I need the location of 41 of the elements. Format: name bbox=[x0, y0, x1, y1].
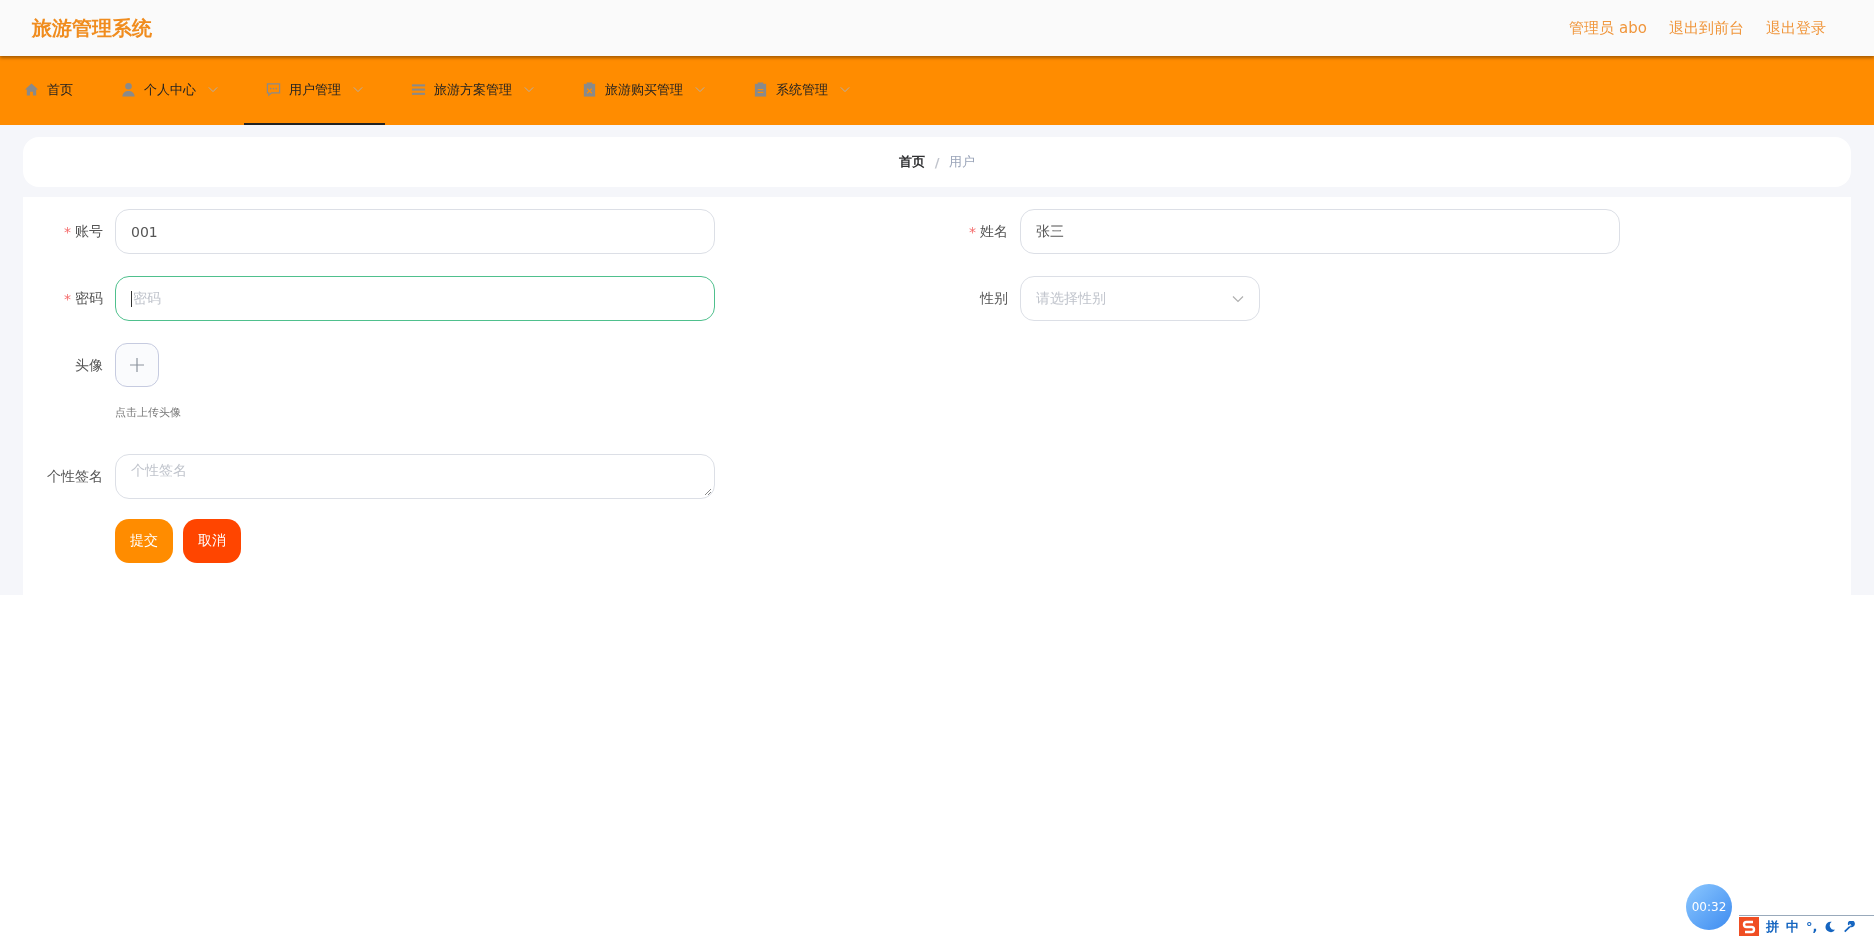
chevron-down-icon bbox=[524, 86, 534, 93]
nav-menu-item[interactable]: 系统管理 bbox=[731, 56, 872, 125]
required-mark: * bbox=[969, 223, 976, 240]
user-icon bbox=[121, 82, 136, 97]
timer-badge: 00:32 bbox=[1686, 884, 1732, 930]
field-label: 密码 bbox=[75, 289, 103, 308]
ime-toolbar-text[interactable]: 拼 bbox=[1766, 917, 1779, 936]
upload-hint: 点击上传头像 bbox=[115, 405, 182, 420]
chevron-down-icon bbox=[840, 86, 850, 93]
clipboard-icon bbox=[753, 82, 768, 97]
ime-toolbar-text[interactable]: 中 bbox=[1786, 917, 1799, 936]
chat-icon bbox=[266, 82, 281, 97]
nav-menu-item[interactable]: 个人中心 bbox=[99, 56, 240, 125]
nav-menu-item[interactable]: 旅游方案管理 bbox=[389, 56, 556, 125]
chevron-down-icon bbox=[208, 86, 218, 93]
field-label: 个性签名 bbox=[47, 467, 103, 486]
required-mark: * bbox=[64, 223, 71, 240]
clipboard-icon bbox=[582, 82, 597, 97]
field-label: 头像 bbox=[75, 356, 103, 375]
plus-icon bbox=[130, 358, 144, 372]
cancel-button[interactable]: 取消 bbox=[183, 519, 241, 563]
field-label: 账号 bbox=[75, 222, 103, 241]
app-title: 旅游管理系统 bbox=[32, 14, 152, 42]
home-icon bbox=[24, 82, 39, 97]
wrench-icon[interactable] bbox=[1843, 920, 1856, 933]
list-icon bbox=[411, 82, 426, 97]
breadcrumb-link[interactable]: 首页 bbox=[898, 153, 925, 171]
field-label: 姓名 bbox=[980, 222, 1008, 241]
field-label: 性别 bbox=[980, 289, 1008, 308]
moon-icon[interactable] bbox=[1824, 920, 1837, 933]
chevron-down-icon bbox=[353, 86, 363, 93]
required-mark: * bbox=[64, 290, 71, 307]
input-field[interactable]: 001 bbox=[115, 209, 715, 254]
nav-menu-item[interactable]: 旅游购买管理 bbox=[560, 56, 727, 125]
input-field[interactable]: 张三 bbox=[1020, 209, 1620, 254]
chevron-down-icon bbox=[1232, 294, 1244, 303]
nav-menu-item[interactable]: 首页 bbox=[2, 56, 95, 125]
ime-toolbar-text[interactable]: °, bbox=[1806, 919, 1818, 934]
resize-grip-icon bbox=[704, 488, 712, 496]
chevron-down-icon bbox=[695, 86, 705, 93]
breadcrumb-separator: / bbox=[934, 154, 940, 170]
